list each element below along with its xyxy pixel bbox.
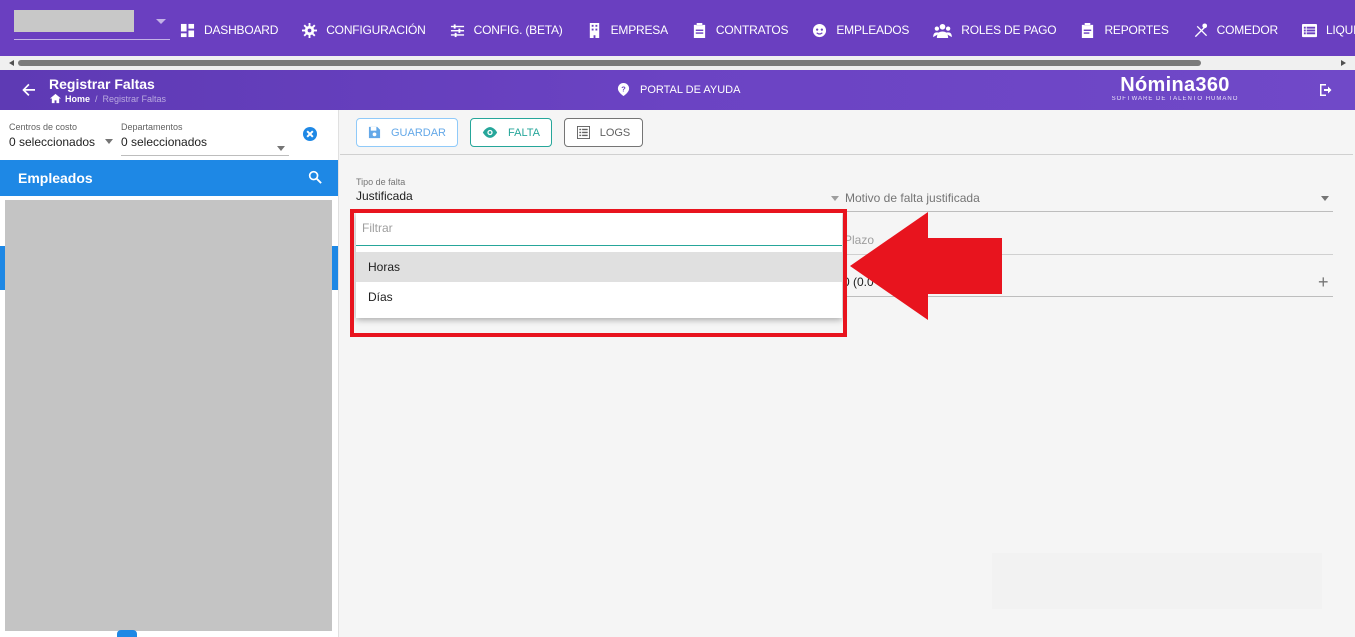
main-menu: DASHBOARD CONFIGURACIÓN CONFIG. (BETA) E… (180, 0, 1355, 60)
annotation-highlight-box (350, 209, 847, 337)
help-label: PORTAL DE AYUDA (640, 83, 741, 96)
utensils-icon (1194, 22, 1207, 37)
clipboard-icon (693, 22, 706, 38)
scrollbar-thumb[interactable] (18, 60, 1201, 66)
help-icon: ? (617, 83, 630, 96)
dashboard-icon (180, 23, 195, 37)
nav-label: CONFIG. (BETA) (473, 23, 563, 37)
save-label: GUARDAR (390, 126, 446, 139)
annotation-arrow-icon (850, 212, 1002, 320)
nav-comedor[interactable]: COMEDOR (1193, 22, 1278, 38)
company-select[interactable] (14, 10, 170, 40)
clear-filters-icon[interactable] (303, 127, 317, 141)
nav-label: LIQUIDACIONES (1325, 23, 1355, 37)
list-icon (1301, 23, 1317, 37)
chevron-down-icon (105, 139, 113, 144)
face-icon (813, 23, 827, 37)
departments-label: Departamentos (121, 122, 183, 132)
nav-liquidaciones[interactable]: LIQUIDACIONES (1301, 23, 1355, 38)
employee-list-redacted[interactable] (5, 200, 332, 631)
home-icon[interactable] (50, 93, 61, 104)
departments-value: 0 seleccionados (121, 135, 208, 149)
breadcrumb-home[interactable]: Home (65, 94, 90, 104)
report-icon (1082, 22, 1094, 38)
nav-label: EMPLEADOS (836, 23, 910, 37)
motivo-falta-select[interactable]: Motivo de falta justificada (830, 190, 1333, 212)
nav-empresa[interactable]: EMPRESA (587, 22, 668, 38)
nav-label: CONFIGURACIÓN (326, 23, 426, 37)
building-icon (589, 22, 599, 38)
cost-centers-filter[interactable]: Centros de costo 0 seleccionados (9, 122, 117, 149)
group-icon (933, 23, 953, 38)
nav-label: REPORTES (1104, 23, 1169, 37)
scroll-left-icon[interactable] (9, 60, 14, 66)
selected-row-indicator (332, 246, 338, 290)
sliders-icon (450, 23, 464, 37)
chevron-down-icon (277, 146, 285, 151)
gear-icon (302, 22, 318, 38)
falta-button[interactable]: FALTA (470, 118, 552, 147)
breadcrumb: Home / Registrar Faltas (50, 93, 166, 104)
top-navbar: DASHBOARD CONFIGURACIÓN CONFIG. (BETA) E… (0, 0, 1355, 60)
nav-label: CONTRATOS (715, 23, 789, 37)
logout-icon[interactable] (1318, 82, 1334, 98)
logs-button[interactable]: LOGS (564, 118, 643, 147)
breadcrumb-separator: / (95, 93, 98, 104)
search-icon[interactable] (308, 170, 323, 185)
nav-reportes[interactable]: REPORTES (1080, 22, 1169, 38)
save-button[interactable]: GUARDAR (356, 118, 458, 147)
scroll-right-icon[interactable] (1341, 60, 1346, 66)
chevron-down-icon (831, 196, 839, 201)
nav-contratos[interactable]: CONTRATOS (692, 22, 789, 38)
company-name-redacted (14, 10, 134, 32)
nav-config-beta[interactable]: CONFIG. (BETA) (450, 23, 563, 38)
horizontal-scrollbar[interactable] (0, 56, 1355, 70)
help-portal-link[interactable]: ? PORTAL DE AYUDA (617, 83, 740, 96)
breadcrumb-current: Registrar Faltas (102, 93, 167, 104)
falta-label: FALTA (508, 126, 540, 139)
nav-dashboard[interactable]: DASHBOARD (180, 23, 278, 38)
chevron-down-icon (156, 19, 166, 24)
nav-empleados[interactable]: EMPLEADOS (812, 23, 909, 38)
chevron-down-icon (1321, 196, 1329, 201)
employees-title: Empleados (18, 170, 93, 186)
list-scroll-handle[interactable] (117, 630, 137, 637)
nav-roles-de-pago[interactable]: ROLES DE PAGO (933, 23, 1057, 38)
toolbar-divider (340, 154, 1353, 155)
nav-label: DASHBOARD (204, 23, 279, 37)
save-icon (368, 126, 381, 139)
back-arrow-icon[interactable] (20, 81, 38, 99)
motivo-falta-placeholder: Motivo de falta justificada (845, 191, 980, 205)
brand-tagline: SOFTWARE DE TALENTO HUMANO (1111, 96, 1239, 102)
faint-overlay (992, 553, 1322, 609)
nav-label: COMEDOR (1216, 23, 1278, 37)
list-icon (576, 126, 590, 139)
nav-label: EMPRESA (610, 23, 668, 37)
svg-text:?: ? (621, 84, 626, 93)
eye-icon (482, 127, 498, 138)
tipo-falta-field[interactable]: Tipo de falta Justificada (356, 177, 840, 203)
cost-centers-label: Centros de costo (9, 122, 78, 132)
brand-name: Nómina360 (1120, 74, 1230, 96)
employees-header: Empleados (0, 160, 338, 196)
nav-configuracion[interactable]: CONFIGURACIÓN (302, 22, 426, 38)
departments-filter[interactable]: Departamentos 0 seleccionados (121, 122, 289, 156)
employee-panel: Centros de costo 0 seleccionados Departa… (0, 110, 339, 637)
tipo-falta-value: Justificada (356, 189, 413, 203)
page-title: Registrar Faltas (49, 76, 155, 92)
plus-icon[interactable]: + (1318, 273, 1329, 291)
brand-logo: Nómina360 SOFTWARE DE TALENTO HUMANO (1108, 74, 1242, 102)
nav-label: ROLES DE PAGO (961, 23, 1057, 37)
logs-label: LOGS (599, 126, 631, 139)
tipo-falta-label: Tipo de falta (356, 177, 406, 187)
cost-centers-value: 0 seleccionados (9, 135, 96, 149)
page-header: Registrar Faltas Home / Registrar Faltas… (0, 70, 1355, 110)
